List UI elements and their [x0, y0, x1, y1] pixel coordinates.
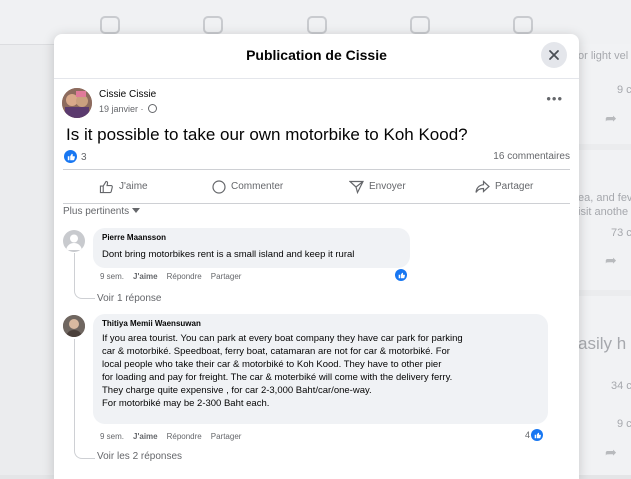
post-date-text: 19 janvier ·: [99, 104, 147, 114]
feed-count: 9 c: [617, 418, 631, 430]
like-label: J'aime: [119, 181, 148, 192]
reaction-count: 4: [525, 430, 531, 440]
feed-text: isit anothe: [578, 206, 629, 218]
feed-card: [578, 150, 631, 290]
comment-text: Dont bring motorbikes rent is a small is…: [102, 249, 355, 260]
like-reaction-icon[interactable]: [64, 150, 77, 163]
home-icon: [100, 16, 120, 34]
like-button[interactable]: J'aime: [99, 170, 148, 203]
comment-text-line: for loading and pay for freight. The car…: [102, 372, 453, 383]
post-action-bar: J'aime Commenter Envoyer Partager: [63, 169, 570, 204]
commenter-name[interactable]: Pierre Maansson: [102, 233, 166, 242]
feed-text: ea, and fev: [578, 192, 631, 204]
post-modal: Publication de Cissie Cissie Cissie 19 j…: [54, 34, 579, 479]
send-icon: [349, 180, 364, 194]
gaming-icon: [513, 16, 533, 34]
comments-count[interactable]: 16 commentaires: [493, 151, 570, 162]
feed-text: asily h: [578, 334, 627, 353]
feed-count: 34 c: [611, 380, 631, 392]
view-replies-link[interactable]: Voir 1 réponse: [97, 293, 162, 304]
share-icon: ➦: [605, 110, 617, 126]
comment-text-line: local people who take their car & motorb…: [102, 359, 442, 370]
video-icon: [203, 16, 223, 34]
like-reaction-icon: [395, 269, 407, 281]
commenter-name[interactable]: Thitiya Memii Waensuwan: [102, 319, 201, 328]
comment-bubble: Thitiya Memii Waensuwan If you area tour…: [93, 314, 548, 424]
feed-count: 73 c: [611, 227, 631, 239]
comment-button[interactable]: Commenter: [212, 170, 283, 203]
comment-text-line: car & motorbiké. Speedboat, ferry boat, …: [102, 346, 450, 357]
comment-actions: 9 sem. J'aime Répondre Partager: [100, 272, 250, 281]
author-avatar[interactable]: [62, 88, 92, 118]
share-label: Partager: [495, 181, 534, 192]
comment-icon: [212, 179, 226, 194]
caret-down-icon: [132, 208, 141, 213]
comment-reactions[interactable]: 4: [525, 429, 544, 441]
commenter-avatar[interactable]: [63, 230, 85, 252]
close-button[interactable]: [541, 42, 567, 68]
comment-sort-dropdown[interactable]: Plus pertinents: [63, 206, 141, 217]
comment-reply-link[interactable]: Répondre: [167, 272, 202, 281]
modal-header: Publication de Cissie: [54, 34, 579, 79]
comment-time[interactable]: 9 sem.: [100, 272, 124, 281]
comment-reactions[interactable]: [395, 269, 408, 281]
feed-text: or light vel: [578, 50, 629, 62]
comment-like-link[interactable]: J'aime: [133, 272, 158, 281]
comment-actions: 9 sem. J'aime Répondre Partager: [100, 432, 250, 441]
thread-line: [74, 253, 95, 299]
post-date[interactable]: 19 janvier ·: [99, 104, 158, 114]
comment-reply-link[interactable]: Répondre: [167, 432, 202, 441]
comment-label: Commenter: [231, 181, 284, 192]
comment-like-link[interactable]: J'aime: [133, 432, 158, 441]
groups-icon: [410, 16, 430, 34]
close-icon: [549, 50, 559, 60]
comment-text-line: For motorbiké may be 2-300 Baht each.: [102, 398, 270, 409]
comment-time[interactable]: 9 sem.: [100, 432, 124, 441]
send-label: Envoyer: [369, 181, 406, 192]
globe-icon: [148, 104, 158, 113]
comment-share-link[interactable]: Partager: [211, 432, 242, 441]
more-options-button[interactable]: •••: [546, 91, 563, 106]
thread-line: [74, 339, 95, 459]
author-name[interactable]: Cissie Cissie: [99, 89, 156, 100]
modal-title: Publication de Cissie: [246, 47, 387, 63]
reactions-count[interactable]: 3: [81, 152, 87, 163]
comment-share-link[interactable]: Partager: [211, 272, 242, 281]
marketplace-icon: [307, 16, 327, 34]
post-text: Is it possible to take our own motorbike…: [66, 125, 468, 144]
comment-text-line: They charge quite expensive , for car 2-…: [102, 385, 372, 396]
sort-label-text: Plus pertinents: [63, 206, 130, 217]
like-reaction-icon: [531, 429, 544, 441]
share-button[interactable]: Partager: [475, 170, 533, 203]
share-icon: ➦: [605, 444, 617, 460]
share-icon: ➦: [605, 252, 617, 268]
commenter-avatar[interactable]: [63, 315, 85, 337]
share-icon: [475, 179, 490, 193]
comment-bubble: Pierre Maansson Dont bring motorbikes re…: [93, 228, 410, 268]
view-replies-link[interactable]: Voir les 2 réponses: [97, 451, 182, 462]
thumbs-up-icon: [99, 180, 113, 193]
feed-count: 9 c: [617, 84, 631, 96]
comment-text-line: If you area tourist. You can park at eve…: [102, 333, 463, 344]
send-button[interactable]: Envoyer: [349, 170, 406, 203]
